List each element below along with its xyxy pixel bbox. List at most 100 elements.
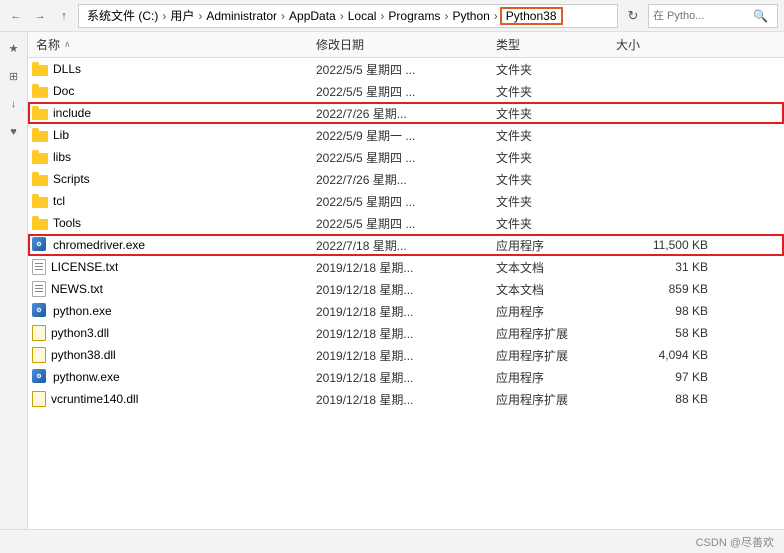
- file-name-cell: Scripts: [32, 172, 312, 186]
- file-type-cell: 文本文档: [492, 281, 612, 298]
- table-row[interactable]: DLLs2022/5/5 星期四 ...文件夹: [28, 58, 784, 80]
- table-row[interactable]: python38.dll 2019/12/18 星期...应用程序扩展4,094 …: [28, 344, 784, 366]
- col-header-name[interactable]: 名称 ∧: [32, 36, 312, 53]
- file-size-cell: 97 KB: [612, 370, 712, 384]
- col-header-type[interactable]: 类型: [492, 36, 612, 53]
- file-name-text: python.exe: [53, 304, 112, 318]
- file-name-text: python3.dll: [51, 326, 109, 340]
- sidebar-icon-3[interactable]: ♥: [4, 122, 24, 142]
- file-type-cell: 应用程序扩展: [492, 391, 612, 408]
- breadcrumb-sep: ›: [444, 9, 448, 23]
- file-name-cell: DLLs: [32, 62, 312, 76]
- file-name-text: Lib: [53, 128, 69, 142]
- table-row[interactable]: vcruntime140.dll2019/12/18 星期...应用程序扩展88…: [28, 388, 784, 410]
- breadcrumb-item-python38[interactable]: Python38: [500, 7, 563, 25]
- file-date-cell: 2022/5/5 星期四 ...: [312, 215, 492, 232]
- table-row[interactable]: python3.dll2019/12/18 星期...应用程序扩展58 KB: [28, 322, 784, 344]
- folder-icon: [32, 172, 48, 186]
- back-button[interactable]: ←: [6, 6, 26, 26]
- breadcrumb-sep: ›: [340, 9, 344, 23]
- file-name-text: NEWS.txt: [51, 282, 103, 296]
- breadcrumb-item-users[interactable]: 用户: [168, 7, 196, 24]
- file-date-cell: 2019/12/18 星期...: [312, 281, 492, 298]
- col-header-size[interactable]: 大小: [612, 36, 712, 53]
- file-type-cell: 文件夹: [492, 127, 612, 144]
- sidebar-icon-0[interactable]: ★: [4, 38, 24, 58]
- file-date-cell: 2019/12/18 星期...: [312, 259, 492, 276]
- exe-icon: ⚙: [32, 369, 48, 385]
- breadcrumb-item-appdata[interactable]: AppData: [287, 9, 338, 23]
- file-date-cell: 2019/12/18 星期...: [312, 347, 492, 364]
- breadcrumb-sep: ›: [162, 9, 166, 23]
- col-header-date[interactable]: 修改日期: [312, 36, 492, 53]
- table-row[interactable]: Scripts2022/7/26 星期...文件夹: [28, 168, 784, 190]
- breadcrumb-sep: ›: [281, 9, 285, 23]
- sidebar-icon-1[interactable]: ⊞: [4, 66, 24, 86]
- file-date-cell: 2022/5/5 星期四 ...: [312, 61, 492, 78]
- file-type-cell: 文件夹: [492, 83, 612, 100]
- file-explorer-window: ← → ↑ 系统文件 (C:) › 用户 › Administrator › A…: [0, 0, 784, 553]
- file-type-cell: 应用程序扩展: [492, 325, 612, 342]
- breadcrumb-item-programs[interactable]: Programs: [386, 9, 442, 23]
- breadcrumb-item-admin[interactable]: Administrator: [204, 9, 279, 23]
- file-date-cell: 2022/5/9 星期一 ...: [312, 127, 492, 144]
- file-name-cell: python3.dll: [32, 325, 312, 341]
- table-row[interactable]: ⚙python.exe2019/12/18 星期...应用程序98 KB: [28, 300, 784, 322]
- breadcrumb-sep: ›: [494, 9, 498, 23]
- breadcrumb-item-python[interactable]: Python: [450, 9, 491, 23]
- file-list: DLLs2022/5/5 星期四 ...文件夹Doc2022/5/5 星期四 .…: [28, 58, 784, 529]
- file-date-cell: 2019/12/18 星期...: [312, 369, 492, 386]
- search-box[interactable]: 🔍: [648, 4, 778, 28]
- table-row[interactable]: include2022/7/26 星期...文件夹: [28, 102, 784, 124]
- table-row[interactable]: ⚙chromedriver.exe2022/7/18 星期...应用程序11,5…: [28, 234, 784, 256]
- file-name-cell: include: [32, 106, 312, 120]
- file-date-cell: 2019/12/18 星期...: [312, 303, 492, 320]
- file-name-cell: tcl: [32, 194, 312, 208]
- file-date-cell: 2022/7/26 星期...: [312, 171, 492, 188]
- col-name-label: 名称: [36, 36, 60, 53]
- table-row[interactable]: ⚙pythonw.exe2019/12/18 星期...应用程序97 KB: [28, 366, 784, 388]
- file-type-cell: 应用程序: [492, 369, 612, 386]
- breadcrumb-item-c-drive[interactable]: 系统文件 (C:): [85, 7, 160, 24]
- file-type-cell: 文件夹: [492, 149, 612, 166]
- txt-icon: [32, 281, 46, 297]
- file-name-cell: LICENSE.txt: [32, 259, 312, 275]
- file-type-cell: 应用程序扩展: [492, 347, 612, 364]
- file-name-cell: ⚙ python.exe: [32, 303, 312, 319]
- main-area: ★ ⊞ ↓ ♥ 名称 ∧ 修改日期 类型 大小 DLLs 2022/5/5 星期四 ..…: [0, 32, 784, 529]
- folder-icon: [32, 216, 48, 230]
- nav-bar: ← → ↑ 系统文件 (C:) › 用户 › Administrator › A…: [0, 0, 784, 32]
- file-size-cell: 859 KB: [612, 282, 712, 296]
- exe-icon: ⚙: [32, 303, 48, 319]
- breadcrumb-sep: ›: [198, 9, 202, 23]
- dll-icon: [32, 347, 46, 363]
- refresh-button[interactable]: ↻: [622, 5, 644, 27]
- folder-icon: [32, 62, 48, 76]
- file-name-text: DLLs: [53, 62, 81, 76]
- forward-button[interactable]: →: [30, 6, 50, 26]
- file-date-cell: 2019/12/18 星期...: [312, 391, 492, 408]
- table-row[interactable]: libs2022/5/5 星期四 ...文件夹: [28, 146, 784, 168]
- file-name-text: LICENSE.txt: [51, 260, 118, 274]
- file-size-cell: 4,094 KB: [612, 348, 712, 362]
- table-row[interactable]: NEWS.txt 2019/12/18 星期...文本文档859 KB: [28, 278, 784, 300]
- sidebar-icon-2[interactable]: ↓: [4, 94, 24, 114]
- file-name-cell: libs: [32, 150, 312, 164]
- file-name-text: python38.dll: [51, 348, 116, 362]
- txt-icon: [32, 259, 46, 275]
- sidebar-icons: ★ ⊞ ↓ ♥: [0, 32, 28, 529]
- up-button[interactable]: ↑: [54, 6, 74, 26]
- breadcrumb-item-local[interactable]: Local: [346, 9, 379, 23]
- status-bar: CSDN @尽善欢: [0, 529, 784, 553]
- table-row[interactable]: tcl2022/5/5 星期四 ...文件夹: [28, 190, 784, 212]
- search-input[interactable]: [653, 10, 753, 22]
- table-row[interactable]: Lib 2022/5/9 星期一 ...文件夹: [28, 124, 784, 146]
- file-date-cell: 2022/5/5 星期四 ...: [312, 149, 492, 166]
- breadcrumb-bar: 系统文件 (C:) › 用户 › Administrator › AppData…: [78, 4, 618, 28]
- table-row[interactable]: LICENSE.txt2019/12/18 星期...文本文档31 KB: [28, 256, 784, 278]
- table-row[interactable]: Doc2022/5/5 星期四 ...文件夹: [28, 80, 784, 102]
- table-row[interactable]: Tools2022/5/5 星期四 ...文件夹: [28, 212, 784, 234]
- column-headers: 名称 ∧ 修改日期 类型 大小: [28, 32, 784, 58]
- file-size-cell: 88 KB: [612, 392, 712, 406]
- watermark: CSDN @尽善欢: [696, 534, 774, 550]
